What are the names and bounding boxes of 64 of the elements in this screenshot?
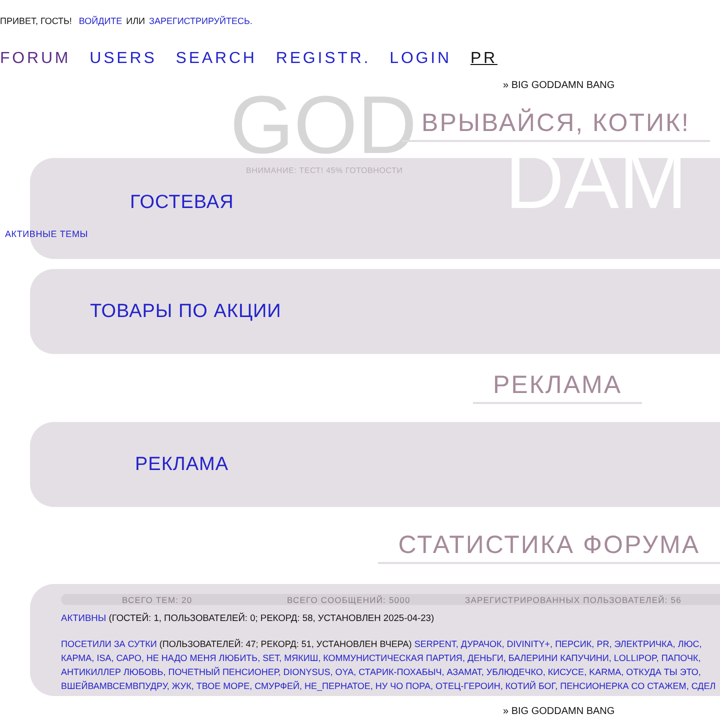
- visited-link[interactable]: ПОСЕТИЛИ ЗА СУТКИ: [61, 639, 157, 649]
- username-link[interactable]: САРО,: [116, 653, 144, 663]
- stat-counter: ВСЕГО СООБЩЕНИЙ: 5000: [287, 594, 412, 604]
- username-link[interactable]: НЕ НАДО МЕНЯ ЛЮБИТЬ,: [146, 653, 260, 663]
- visited-info: (ПОЛЬЗОВАТЕЛЕЙ: 47; РЕКОРД: 51, УСТАНОВЛЕН ВЧЕРА): [159, 639, 412, 649]
- username-link[interactable]: НУ ЧО ПОРА,: [375, 681, 434, 691]
- section-heading: РЕКЛАМА: [473, 371, 642, 404]
- nav-link[interactable]: USERS: [90, 50, 157, 68]
- username-link[interactable]: SERPENT,: [414, 639, 458, 649]
- username-link[interactable]: DIONYSUS,: [283, 667, 333, 677]
- username-link[interactable]: ПЕНСИОНЕРКА СО СТАЖЕМ,: [560, 681, 689, 691]
- section-heading: ВРЫВАЙСЯ, КОТИК!: [402, 109, 710, 142]
- username-link[interactable]: АНТИКИЛЛЕР ЛЮБОВЬ,: [61, 667, 166, 677]
- active-info: (ГОСТЕЙ: 1, ПОЛЬЗОВАТЕЛЕЙ: 0; РЕКОРД: 58, УСТАНОВЛЕН 2025-04-23): [108, 613, 434, 623]
- nav-link[interactable]: PR: [470, 50, 498, 68]
- section-heading: СТАТИСТИКА ФОРУМА: [378, 531, 720, 564]
- greeting-text: ПРИВЕТ, ГОСТЬ!: [0, 16, 72, 26]
- stat-counter: ВСЕГО ТЕМ: 20: [122, 594, 194, 604]
- username-link[interactable]: ДУРАЧОК,: [460, 639, 504, 649]
- active-link[interactable]: АКТИВНЫ: [61, 613, 106, 623]
- username-link[interactable]: СТАРИК-ПОХАБЫЧ,: [358, 667, 444, 677]
- register-link[interactable]: ЗАРЕГИСТРИРУЙТЕСЬ.: [149, 16, 252, 26]
- active-topics-link[interactable]: АКТИВНЫЕ ТЕМЫ: [5, 229, 88, 239]
- username-link[interactable]: PR,: [596, 639, 612, 649]
- username-link[interactable]: DIVINITY+,: [506, 639, 553, 649]
- username-link[interactable]: СМУРФЕЙ,: [254, 681, 302, 691]
- stat-counter: ЗАРЕГИСТРИРОВАННЫХ ПОЛЬЗОВАТЕЛЕЙ: 56: [465, 594, 682, 604]
- username-link[interactable]: ЛЮС,: [678, 639, 702, 649]
- username-link[interactable]: АЗАМАТ,: [446, 667, 484, 677]
- username-link[interactable]: КОММУНИСТИЧЕСКАЯ ПАРТИЯ,: [323, 653, 465, 663]
- username-link[interactable]: КАРМА,: [61, 653, 94, 663]
- username-link[interactable]: OYA,: [335, 667, 356, 677]
- username-link[interactable]: ОТКУДА ТЫ ЭТО,: [626, 667, 701, 677]
- forum-link[interactable]: ГОСТЕВАЯ: [130, 192, 234, 214]
- username-link[interactable]: KARMA,: [589, 667, 624, 677]
- login-link[interactable]: ВОЙДИТЕ: [78, 16, 122, 26]
- username-link[interactable]: БАЛЕРИНИ КАПУЧИНИ,: [508, 653, 612, 663]
- username-link[interactable]: УБЛЮДЕЧКО,: [486, 667, 546, 677]
- username-link[interactable]: ТВОЕ МОРЕ,: [196, 681, 252, 691]
- username-link[interactable]: ВШЕЙВАМВСЕМВПУДРУ,: [61, 681, 170, 691]
- username-link[interactable]: ISA,: [96, 653, 114, 663]
- username-link[interactable]: ОТЕЦ-ГЕРОИН,: [436, 681, 503, 691]
- forum-link[interactable]: РЕКЛАМА: [135, 454, 229, 476]
- username-link[interactable]: ЭЛЕКТРИЧКА,: [614, 639, 676, 649]
- username-link[interactable]: ПОЧЕТНЫЙ ПЕНСИОНЕР,: [168, 667, 281, 677]
- nav-link[interactable]: FORUM: [0, 50, 71, 68]
- nav-link[interactable]: SEARCH: [176, 50, 257, 68]
- username-link[interactable]: МЯКИШ,: [284, 653, 321, 663]
- username-link[interactable]: КИСУСЕ,: [548, 667, 587, 677]
- username-link[interactable]: СДЕЛ: [691, 681, 716, 691]
- nav-link[interactable]: REGISTR.: [276, 50, 371, 68]
- nav-link[interactable]: LOGIN: [390, 50, 452, 68]
- username-link[interactable]: LOLLIPOP,: [614, 653, 659, 663]
- username-link[interactable]: ПЕРСИК,: [555, 639, 594, 649]
- forum-link[interactable]: ТОВАРЫ ПО АКЦИИ: [90, 300, 282, 322]
- breadcrumb: » BIG GODDAMN BANG: [503, 706, 616, 717]
- breadcrumb: » BIG GODDAMN BANG: [503, 80, 616, 91]
- username-link[interactable]: ДЕНЬГИ,: [467, 653, 506, 663]
- username-link[interactable]: КОТИЙ БОГ,: [505, 681, 558, 691]
- username-link[interactable]: SET,: [262, 653, 282, 663]
- username-link[interactable]: НЕ_ПЕРНАТОЕ,: [304, 681, 373, 691]
- or-text: ИЛИ: [126, 16, 146, 26]
- username-link[interactable]: ПАПОЧК,: [661, 653, 701, 663]
- username-link[interactable]: ЖУК,: [172, 681, 194, 691]
